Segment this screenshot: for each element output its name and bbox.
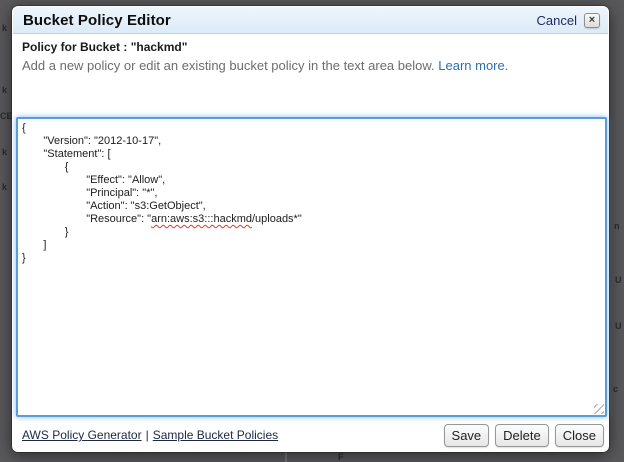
dialog-header-actions: Cancel × [537,13,600,28]
close-button-footer[interactable]: Close [555,424,604,447]
background-fragment: U [615,322,622,331]
delete-button[interactable]: Delete [495,424,549,447]
dialog-title: Bucket Policy Editor [23,12,171,29]
background-table-divider [285,451,287,462]
background-fragment: k [2,183,7,192]
resize-grip-icon[interactable] [594,404,604,414]
description-text: Add a new policy or edit an existing buc… [22,58,599,73]
sample-bucket-policies-link[interactable]: Sample Bucket Policies [153,428,278,442]
link-separator: | [146,428,149,442]
description-body: Add a new policy or edit an existing buc… [22,58,438,73]
close-button[interactable]: × [584,13,600,28]
footer-buttons: Save Delete Close [444,424,604,447]
policy-text-pre: { "Version": "2012-10-17", "Statement": … [22,122,206,225]
save-button[interactable]: Save [444,424,490,447]
background-fragment: c [613,385,618,394]
dialog-header: Bucket Policy Editor Cancel × [13,7,608,34]
dialog-footer: AWS Policy Generator | Sample Bucket Polic… [16,422,604,448]
bucket-policy-editor-dialog: Bucket Policy Editor Cancel × Policy for… [12,6,609,452]
aws-policy-generator-link[interactable]: AWS Policy Generator [22,428,142,442]
background-fragment: CE [0,112,13,121]
background-fragment: k [2,148,7,157]
background-fragment: k [2,86,7,95]
footer-links: AWS Policy Generator | Sample Bucket Polic… [16,428,278,442]
background-fragment: k [2,24,7,33]
background-fragment: n [614,222,620,231]
policy-for-bucket-heading: Policy for Bucket : "hackmd" [22,40,187,54]
close-icon: × [589,14,595,26]
learn-more-link[interactable]: Learn more. [438,58,508,73]
policy-textarea[interactable]: { "Version": "2012-10-17", "Statement": … [16,117,607,417]
policy-arn-misspelled-text: arn:aws:s3:::hackmd [151,213,252,225]
background-fragment: U [615,276,622,285]
background-fragment: F [338,453,344,462]
cancel-link[interactable]: Cancel [537,13,577,28]
